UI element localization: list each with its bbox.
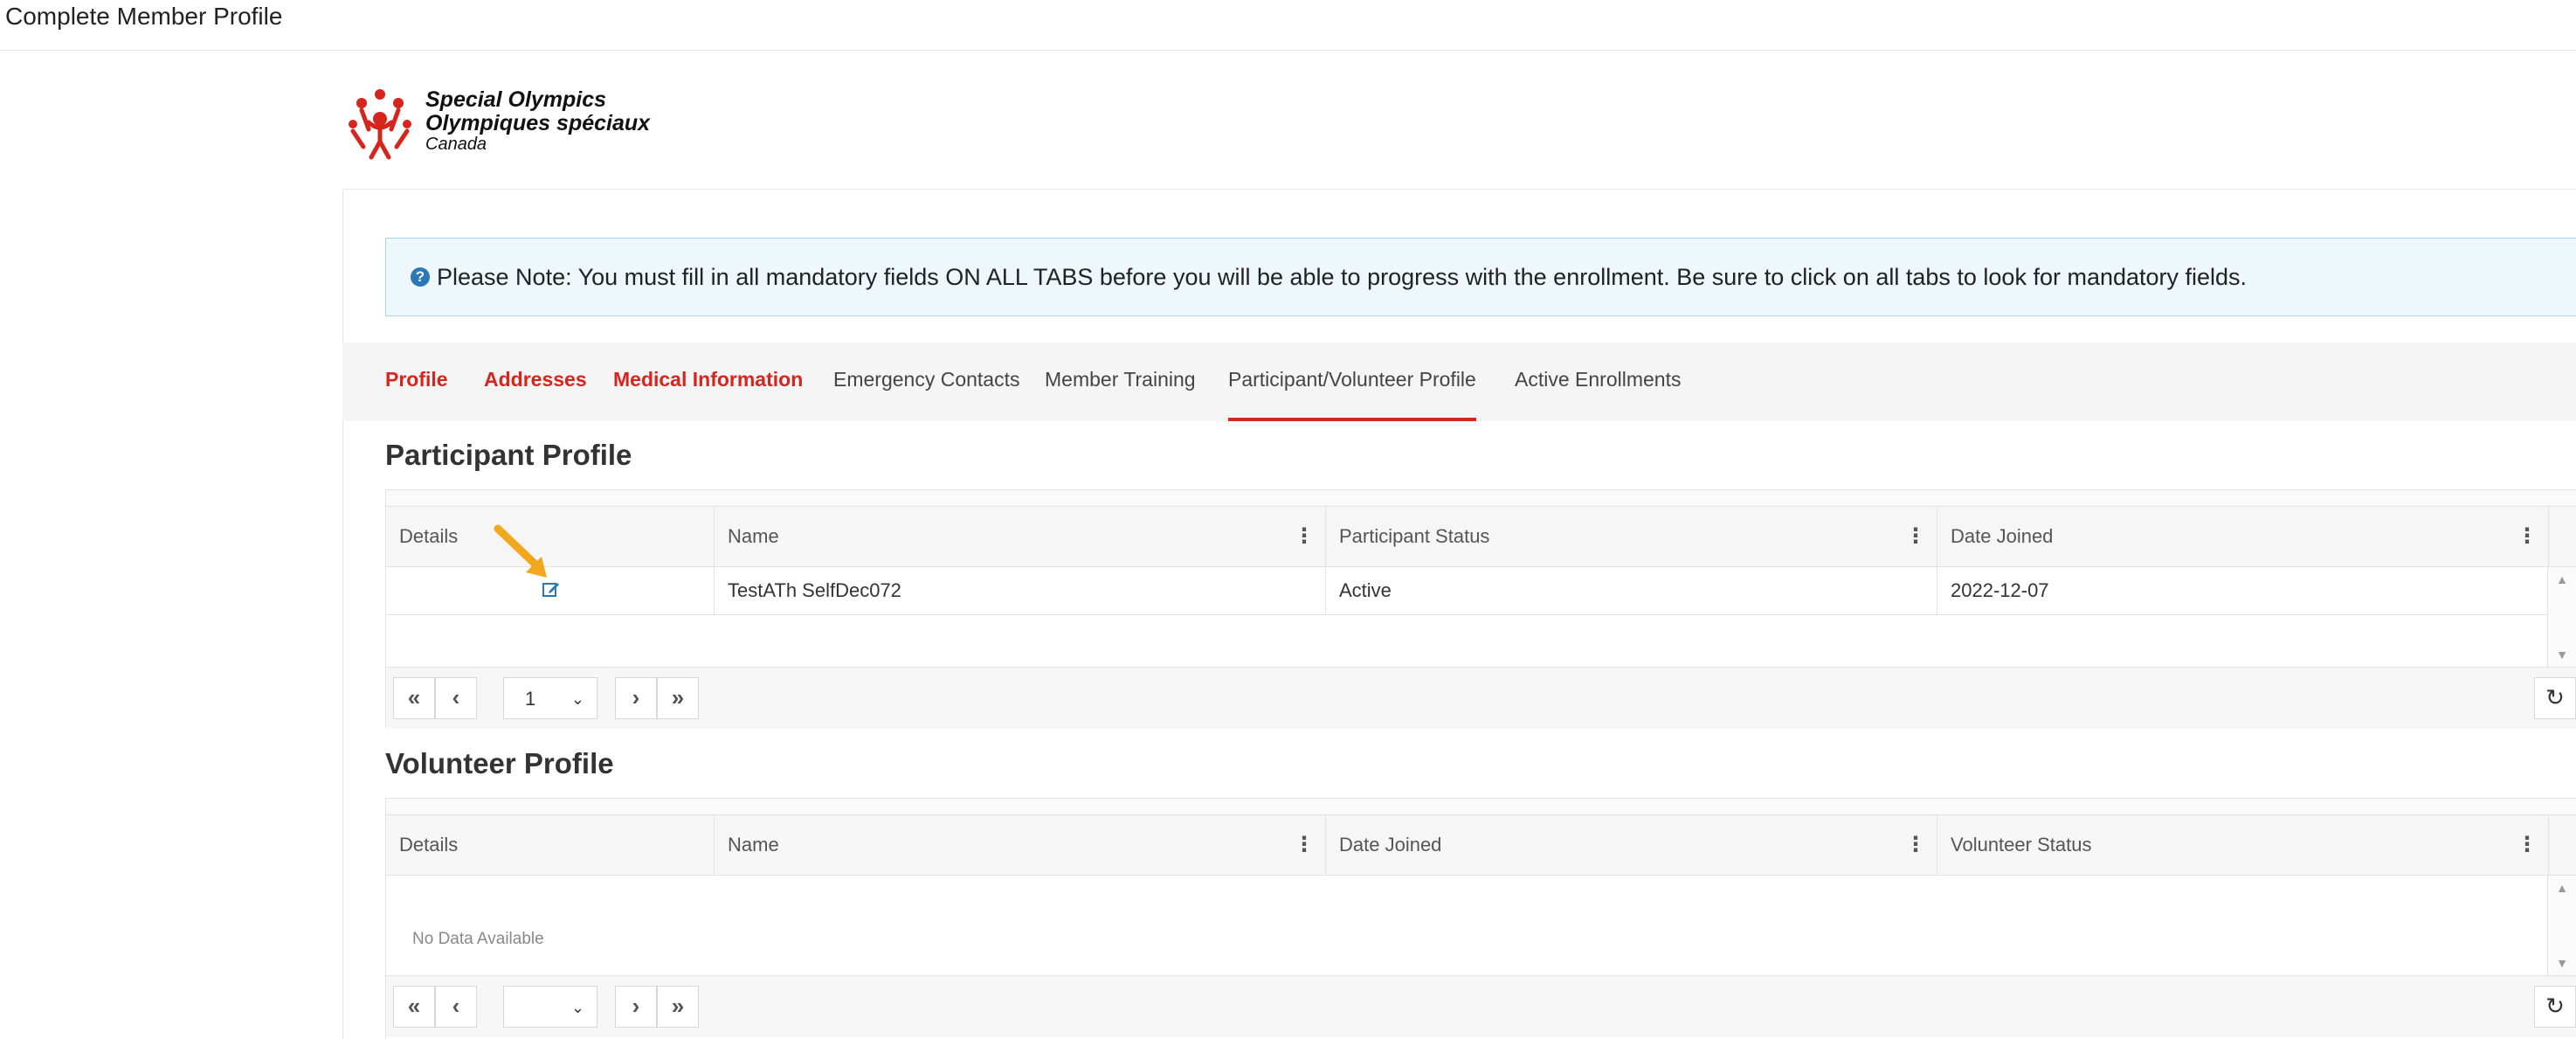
- grid-body: No Data Available ▲ ▼: [386, 876, 2576, 975]
- refresh-icon: ↻: [2545, 684, 2565, 710]
- details-cell: [386, 524, 715, 614]
- scroll-up-icon[interactable]: ▲: [2548, 572, 2576, 586]
- chevron-down-icon: ⌄: [570, 999, 584, 1016]
- grid-header: Details Name ⋮ Date Joined ⋮ Volunteer Sta…: [386, 815, 2576, 876]
- column-menu-icon[interactable]: ⋮: [1294, 815, 1315, 875]
- scroll-up-icon[interactable]: ▲: [2548, 881, 2576, 895]
- logo-line-3: Canada: [425, 135, 487, 154]
- question-circle-icon: ?: [411, 267, 430, 287]
- no-data-message: No Data Available: [412, 930, 544, 948]
- grid-toolbar: [386, 490, 2576, 507]
- previous-page-button[interactable]: ‹: [435, 986, 477, 1028]
- column-menu-icon[interactable]: ⋮: [2517, 507, 2538, 566]
- column-header-name[interactable]: Name ⋮: [715, 815, 1326, 875]
- table-row: TestATh SelfDec072 Active 2022-12-07: [386, 524, 2549, 615]
- page-select[interactable]: ⌄: [503, 986, 597, 1028]
- column-menu-icon[interactable]: ⋮: [1905, 507, 1926, 566]
- grid-toolbar: [386, 799, 2576, 815]
- tab-active-enrollments[interactable]: Active Enrollments: [1515, 343, 1681, 421]
- note-text: Please Note: You must fill in all mandat…: [437, 263, 2248, 290]
- next-page-button[interactable]: ›: [615, 986, 657, 1028]
- column-header-volunteer-status[interactable]: Volunteer Status ⋮: [1937, 815, 2549, 875]
- top-divider: [0, 50, 2576, 51]
- column-header-date-joined[interactable]: Date Joined ⋮: [1937, 507, 2549, 566]
- column-header-name[interactable]: Name ⋮: [715, 507, 1326, 566]
- name-cell: TestATh SelfDec072: [715, 567, 1326, 614]
- grid-header: Details Name ⋮ Participant Status ⋮ Date J…: [386, 507, 2576, 567]
- refresh-icon: ↻: [2545, 993, 2565, 1019]
- tab-member-training[interactable]: Member Training: [1045, 343, 1196, 421]
- column-menu-icon[interactable]: ⋮: [1294, 507, 1315, 566]
- tab-addresses[interactable]: Addresses: [484, 343, 587, 421]
- next-page-button[interactable]: ›: [615, 677, 657, 719]
- last-page-button[interactable]: »: [657, 986, 699, 1028]
- logo-line-1: Special Olympics: [425, 87, 607, 112]
- page-select[interactable]: 1 ⌄: [503, 677, 597, 719]
- grid-pager: « ‹ 1 ⌄ › » ↻: [386, 667, 2576, 729]
- first-page-button[interactable]: «: [393, 677, 435, 719]
- column-header-participant-status[interactable]: Participant Status ⋮: [1326, 507, 1937, 566]
- tab-medical-information[interactable]: Medical Information: [613, 343, 803, 421]
- tab-emergency-contacts[interactable]: Emergency Contacts: [833, 343, 1019, 421]
- volunteer-profile-title: Volunteer Profile: [385, 747, 614, 779]
- page-title: Complete Member Profile: [5, 3, 283, 30]
- scroll-down-icon[interactable]: ▼: [2548, 956, 2576, 970]
- tab-profile[interactable]: Profile: [385, 343, 448, 421]
- logo-line-2: Olympiques spéciaux: [425, 111, 651, 135]
- header-divider: [342, 189, 2576, 190]
- status-cell: Active: [1326, 567, 1937, 614]
- previous-page-button[interactable]: ‹: [435, 677, 477, 719]
- date-joined-cell: 2022-12-07: [1951, 579, 2049, 601]
- scroll-down-icon[interactable]: ▼: [2548, 648, 2576, 661]
- tab-participant-volunteer-profile[interactable]: Participant/Volunteer Profile: [1228, 343, 1476, 421]
- participant-grid: Details Name ⋮ Participant Status ⋮ Date J…: [385, 489, 2576, 729]
- refresh-button[interactable]: ↻: [2534, 986, 2576, 1028]
- vertical-scrollbar[interactable]: ▲ ▼: [2547, 567, 2576, 667]
- last-page-button[interactable]: »: [657, 677, 699, 719]
- volunteer-grid: Details Name ⋮ Date Joined ⋮ Volunteer Sta…: [385, 798, 2576, 1039]
- profile-tabs: Profile Addresses Medical Information Em…: [342, 343, 2576, 421]
- mandatory-fields-note: ? Please Note: You must fill in all mand…: [385, 238, 2576, 316]
- edit-icon[interactable]: [542, 579, 561, 599]
- column-menu-icon[interactable]: ⋮: [2517, 815, 2538, 875]
- refresh-button[interactable]: ↻: [2534, 677, 2576, 719]
- grid-pager: « ‹ ⌄ › » ↻: [386, 975, 2576, 1037]
- chevron-down-icon: ⌄: [570, 690, 584, 708]
- first-page-button[interactable]: «: [393, 986, 435, 1028]
- grid-body: TestATh SelfDec072 Active 2022-12-07 ▲ ▼: [386, 524, 2576, 667]
- column-header-details[interactable]: Details: [386, 815, 715, 875]
- column-menu-icon[interactable]: ⋮: [1905, 815, 1926, 875]
- vertical-scrollbar[interactable]: ▲ ▼: [2547, 876, 2576, 975]
- special-olympics-logo: Special Olympics Olympiques spéciaux Can…: [342, 84, 709, 163]
- pointer-arrow-icon: [494, 524, 547, 578]
- special-olympics-figures-icon: [349, 89, 411, 160]
- participant-profile-title: Participant Profile: [385, 439, 632, 471]
- column-header-date-joined[interactable]: Date Joined ⋮: [1326, 815, 1937, 875]
